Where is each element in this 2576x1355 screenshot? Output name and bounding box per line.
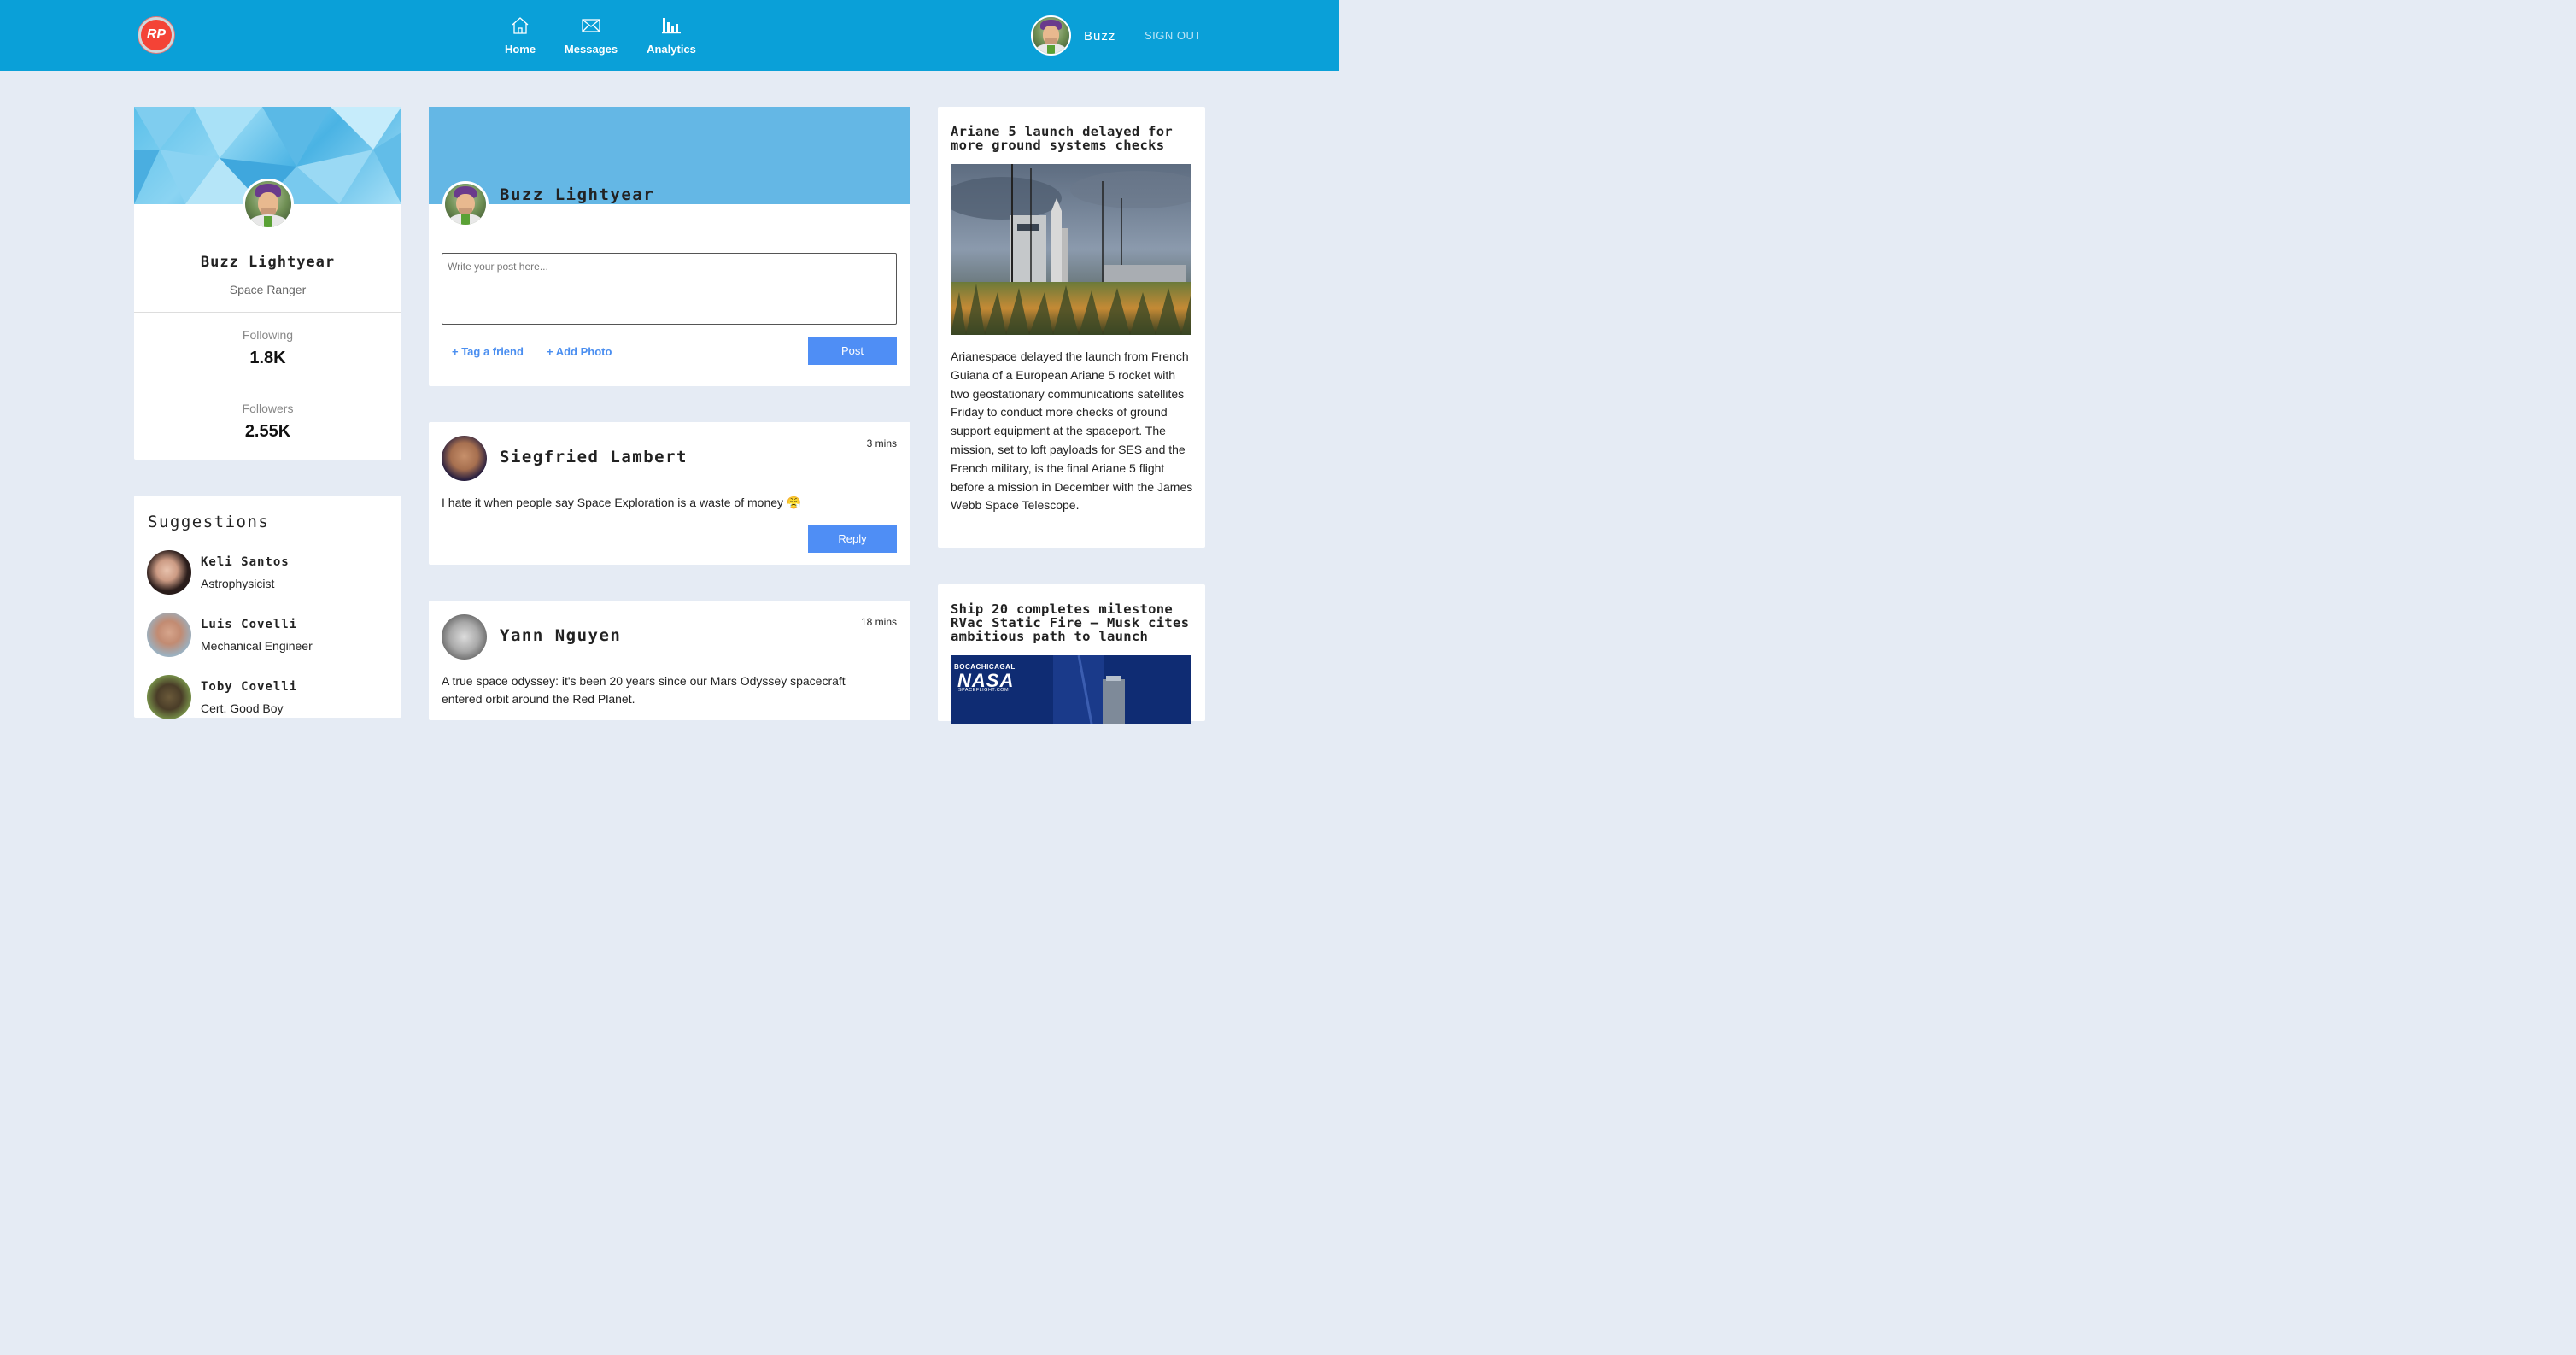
feed-post: Siegfried Lambert 3 mins I hate it when … [429, 422, 910, 565]
news-card[interactable]: Ship 20 completes milestone RVac Static … [938, 584, 1205, 724]
post-text: I hate it when people say Space Explorat… [442, 496, 802, 509]
header-avatar[interactable] [1031, 15, 1071, 56]
post-composer: Buzz Lightyear + Tag a friend + Add Phot… [429, 107, 910, 386]
nav-messages[interactable]: Messages [564, 15, 618, 56]
top-navbar: RP Home Messages Analytics Buzz SIGN OUT [0, 0, 1339, 71]
composer-name: Buzz Lightyear [500, 185, 655, 204]
logo-text: RP [146, 27, 167, 42]
news-image-rocket-launchpad[interactable] [942, 164, 1207, 335]
profile-divider [134, 312, 401, 313]
home-icon [512, 17, 529, 34]
nav-messages-label: Messages [564, 43, 618, 56]
rocket-launchpad-illustration [942, 164, 1207, 335]
post-timestamp: 3 mins [866, 437, 897, 449]
followers-label: Followers [242, 402, 294, 415]
profile-avatar[interactable] [243, 179, 294, 230]
suggestion-avatar [147, 550, 191, 595]
suggestion-item[interactable]: Toby Covelli Cert. Good Boy [147, 675, 386, 721]
news-card[interactable]: Ariane 5 launch delayed for more ground … [938, 107, 1207, 548]
suggestion-job: Cert. Good Boy [201, 701, 284, 715]
following-count[interactable]: 1.8K [134, 349, 401, 368]
nav-home-label: Home [504, 43, 536, 56]
nav-analytics[interactable]: Analytics [645, 15, 698, 56]
suggestion-avatar [147, 613, 191, 657]
news-image-starship[interactable]: BocaChicaGal NASA SPACEFLIGHT.COM [951, 654, 1191, 724]
suggestion-item[interactable]: Keli Santos Astrophysicist [147, 550, 386, 596]
composer-avatar [442, 181, 489, 227]
post-author-avatar[interactable] [442, 436, 487, 481]
profile-name: Buzz Lightyear [200, 254, 336, 271]
suggestion-item[interactable]: Luis Covelli Mechanical Engineer [147, 613, 386, 659]
news-body: Arianespace delayed the launch from Fren… [951, 349, 1193, 513]
post-text: A true space odyssey: it's been 20 years… [442, 674, 846, 706]
news-title[interactable]: Ship 20 completes milestone RVac Static … [951, 602, 1194, 643]
envelope-icon [582, 19, 600, 32]
suggestion-job: Mechanical Engineer [201, 639, 313, 653]
header-username[interactable]: Buzz [1084, 29, 1115, 44]
suggestions-title: Suggestions [148, 513, 270, 531]
profile-role: Space Ranger [229, 283, 307, 296]
image-caption-site: SPACEFLIGHT.COM [958, 688, 1010, 693]
suggestion-avatar [147, 675, 191, 719]
app-logo[interactable]: RP [138, 17, 174, 53]
post-timestamp: 18 mins [860, 616, 897, 628]
reply-button[interactable]: Reply [808, 525, 897, 553]
bar-chart-icon [662, 18, 681, 34]
post-author-name[interactable]: Yann Nguyen [500, 626, 621, 645]
profile-card: Buzz Lightyear Space Ranger Following 1.… [134, 107, 401, 460]
tag-friend-link[interactable]: + Tag a friend [452, 345, 524, 358]
post-textarea[interactable] [442, 253, 897, 325]
suggestion-name[interactable]: Luis Covelli [201, 618, 297, 631]
nav-analytics-label: Analytics [647, 43, 696, 56]
news-title[interactable]: Ariane 5 launch delayed for more ground … [951, 125, 1194, 152]
suggestion-name[interactable]: Toby Covelli [201, 680, 297, 694]
nav-home[interactable]: Home [504, 15, 536, 56]
add-photo-link[interactable]: + Add Photo [547, 345, 612, 358]
following-label: Following [242, 328, 294, 342]
post-button[interactable]: Post [808, 337, 897, 365]
feed-post: Yann Nguyen 18 mins A true space odyssey… [429, 601, 910, 720]
post-author-name[interactable]: Siegfried Lambert [500, 448, 688, 466]
suggestion-name[interactable]: Keli Santos [201, 555, 290, 569]
followers-count[interactable]: 2.55K [134, 422, 401, 442]
sign-out-link[interactable]: SIGN OUT [1145, 29, 1202, 42]
suggestion-job: Astrophysicist [201, 577, 275, 590]
post-author-avatar[interactable] [442, 614, 487, 660]
suggestions-card: Suggestions Keli Santos Astrophysicist L… [134, 496, 401, 721]
